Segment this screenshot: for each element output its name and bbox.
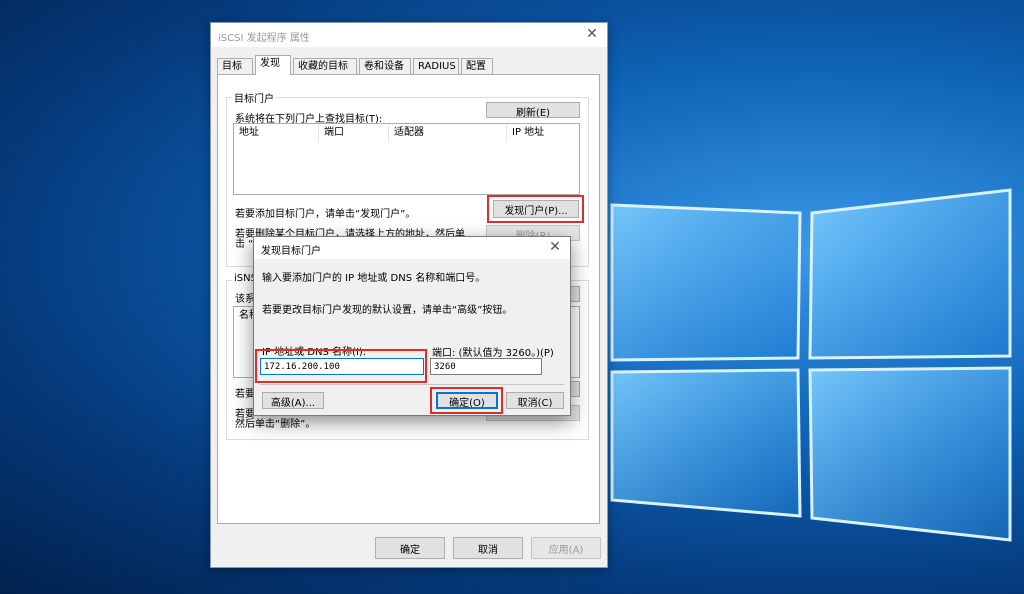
cancel-button[interactable]: 取消 bbox=[453, 537, 523, 559]
dialog-title-bar: 发现目标门户 ✕ bbox=[254, 237, 570, 259]
port-input[interactable] bbox=[430, 358, 542, 375]
ip-address-highlight bbox=[255, 349, 427, 383]
main-window-title: iSCSI 发起程序 属性 bbox=[218, 33, 310, 44]
ok-button[interactable]: 确定 bbox=[375, 537, 445, 559]
dialog-instruction: 输入要添加门户的 IP 地址或 DNS 名称和端口号。 bbox=[262, 273, 486, 284]
column-ip-address[interactable]: IP 地址 bbox=[507, 124, 579, 142]
dialog-advanced-hint: 若要更改目标门户发现的默认设置，请单击“高级”按钮。 bbox=[262, 305, 513, 316]
apply-button[interactable]: 应用(A) bbox=[531, 537, 601, 559]
logo-pane-top-right bbox=[808, 188, 1012, 360]
isns-description-partial: 该系 bbox=[235, 294, 255, 305]
logo-pane-bottom-left bbox=[610, 368, 802, 518]
isns-add-hint-partial: 若要 bbox=[235, 389, 255, 400]
target-portals-label: 目标门户 bbox=[232, 90, 276, 105]
tab-favorite-targets[interactable]: 收藏的目标 bbox=[293, 58, 357, 74]
dialog-ok-highlight bbox=[430, 387, 503, 414]
tab-volumes-devices[interactable]: 卷和设备 bbox=[359, 58, 411, 74]
refresh-button[interactable]: 刷新(E) bbox=[486, 102, 580, 119]
portal-list[interactable]: 地址 端口 适配器 IP 地址 bbox=[233, 123, 580, 195]
column-adapter[interactable]: 适配器 bbox=[389, 124, 507, 142]
isns-remove-hint-line2: 然后单击“删除”。 bbox=[235, 419, 316, 430]
tab-configuration[interactable]: 配置 bbox=[461, 58, 493, 74]
remove-portal-hint-line2: 击 “ bbox=[235, 239, 254, 250]
logo-pane-top-left bbox=[610, 203, 802, 362]
dialog-cancel-button[interactable]: 取消(C) bbox=[506, 392, 564, 409]
discover-portal-highlight bbox=[487, 195, 584, 223]
column-port[interactable]: 端口 bbox=[319, 124, 389, 142]
tab-radius[interactable]: RADIUS bbox=[413, 58, 459, 74]
tab-discovery[interactable]: 发现 bbox=[255, 55, 291, 75]
main-title-bar: iSCSI 发起程序 属性 ✕ bbox=[211, 23, 607, 47]
advanced-button[interactable]: 高级(A)... bbox=[262, 392, 324, 409]
tab-targets[interactable]: 目标 bbox=[217, 58, 253, 74]
dialog-close-icon[interactable]: ✕ bbox=[546, 238, 564, 256]
discover-portal-dialog: 发现目标门户 ✕ 输入要添加门户的 IP 地址或 DNS 名称和端口号。 若要更… bbox=[253, 236, 571, 416]
main-close-icon[interactable]: ✕ bbox=[583, 25, 601, 43]
port-label: 端口: (默认值为 3260。)(P) bbox=[432, 348, 554, 359]
column-address[interactable]: 地址 bbox=[234, 124, 319, 142]
add-portal-hint: 若要添加目标门户，请单击“发现门户”。 bbox=[235, 209, 416, 220]
logo-pane-bottom-right bbox=[808, 366, 1012, 542]
dialog-title: 发现目标门户 bbox=[261, 246, 321, 257]
dialog-separator bbox=[260, 384, 564, 385]
